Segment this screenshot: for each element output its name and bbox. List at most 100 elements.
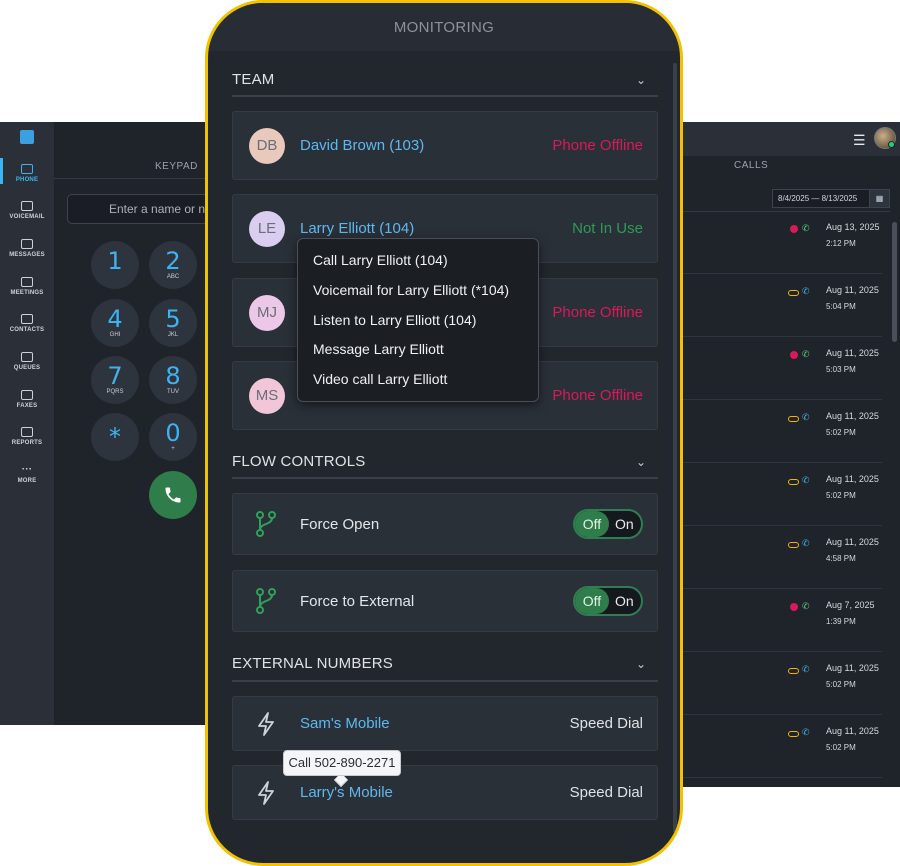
calls-scrollbar[interactable] (892, 222, 897, 342)
team-member-context-menu: Call Larry Elliott (104) Voicemail for L… (297, 238, 539, 402)
status-badge: Not In Use (572, 220, 643, 237)
sidebar-item-queues[interactable]: QUEUES (0, 352, 54, 371)
menu-item-video-call[interactable]: Video call Larry Elliott (313, 371, 447, 387)
team-collapse-chevron-icon[interactable]: ⌄ (636, 73, 646, 87)
voicemail-icon (788, 731, 799, 737)
menu-icon[interactable]: ☰ (853, 132, 866, 149)
date-range-picker[interactable]: 8/4/2025 — 8/13/2025 ▦ (772, 189, 890, 208)
lightning-bolt-icon (258, 781, 274, 805)
flow-controls-collapse-chevron-icon[interactable]: ⌄ (636, 455, 646, 469)
key-star[interactable]: * (91, 413, 139, 461)
phone-icon: ✆ (802, 349, 810, 359)
monitoring-title: MONITORING (393, 19, 495, 36)
team-member-david-brown[interactable]: DB David Brown (103) Phone Offline (232, 111, 658, 180)
call-history-row[interactable]: ✆ Aug 11, 2025 5:02 PM (676, 653, 882, 715)
avatar: MS (249, 378, 285, 414)
status-badge: Phone Offline (552, 137, 643, 154)
call-history-row[interactable]: ✆ Aug 11, 2025 5:02 PM (676, 401, 882, 463)
call-date: Aug 11, 2025 (826, 411, 879, 421)
monitoring-scrollbar[interactable] (673, 63, 677, 833)
external-number-name[interactable]: Sam's Mobile (300, 715, 390, 732)
call-history-row[interactable]: ✆ Aug 11, 2025 5:02 PM (676, 716, 882, 778)
key-0[interactable]: 0 + (149, 413, 197, 461)
avatar: LE (249, 211, 285, 247)
key-1[interactable]: 1 (91, 241, 139, 289)
external-number-name[interactable]: Larry's Mobile (300, 784, 393, 801)
call-history-row[interactable]: ✆ Aug 11, 2025 5:03 PM (676, 338, 882, 400)
call-time: 4:58 PM (826, 554, 856, 563)
status-badge: Phone Offline (552, 387, 643, 404)
presence-indicator (888, 141, 895, 148)
call-date: Aug 11, 2025 (826, 348, 879, 358)
sidebar-item-voicemail[interactable]: VOICEMAIL (0, 201, 54, 220)
sidebar-item-faxes[interactable]: FAXES (0, 390, 54, 409)
call-time: 5:02 PM (826, 491, 856, 500)
key-2[interactable]: 2 ABC (149, 241, 197, 289)
key-5[interactable]: 5 JKL (149, 299, 197, 347)
external-numbers-collapse-chevron-icon[interactable]: ⌄ (636, 657, 646, 671)
app-logo (20, 130, 34, 144)
menu-item-call[interactable]: Call Larry Elliott (104) (313, 252, 448, 268)
sidebar-item-more[interactable]: ··· MORE (0, 464, 54, 485)
calendar-icon[interactable]: ▦ (869, 190, 889, 207)
call-number-tooltip: Call 502-890-2271 (283, 750, 401, 776)
call-date: Aug 7, 2025 (826, 600, 875, 610)
meetings-icon (21, 277, 33, 287)
dial-call-button[interactable] (149, 471, 197, 519)
sidebar-item-messages[interactable]: MESSAGES (0, 239, 54, 258)
force-open-toggle[interactable]: Off On (573, 509, 643, 539)
queues-icon (21, 352, 33, 362)
key-7[interactable]: 7 PQRS (91, 356, 139, 404)
menu-item-listen[interactable]: Listen to Larry Elliott (104) (313, 312, 476, 328)
sidebar-item-contacts[interactable]: CONTACTS (0, 314, 54, 333)
more-icon: ··· (21, 464, 33, 475)
menu-item-message[interactable]: Message Larry Elliott (313, 341, 444, 357)
monitoring-phone-frame: MONITORING TEAM ⌄ DB David Brown (103) P… (205, 0, 683, 866)
faxes-icon (21, 390, 33, 400)
phone-icon: ✆ (802, 475, 810, 485)
phone-icon: ✆ (802, 664, 810, 674)
call-date: Aug 11, 2025 (826, 285, 879, 295)
menu-item-voicemail[interactable]: Voicemail for Larry Elliott (*104) (313, 282, 509, 298)
sidebar-item-reports[interactable]: REPORTS (0, 427, 54, 446)
sidebar-item-phone[interactable]: PHONE (0, 158, 54, 184)
dial-search-input[interactable]: Enter a name or nu (67, 194, 217, 224)
call-time: 5:04 PM (826, 302, 856, 311)
voicemail-icon (788, 668, 799, 674)
call-date: Aug 11, 2025 (826, 537, 879, 547)
key-4[interactable]: 4 GHI (91, 299, 139, 347)
team-member-name[interactable]: David Brown (103) (300, 137, 424, 154)
team-member-name[interactable]: Larry Elliott (104) (300, 220, 414, 237)
keypad-divider (54, 178, 214, 179)
external-number-sams-mobile[interactable]: Sam's Mobile Speed Dial (232, 696, 658, 751)
team-divider (232, 95, 658, 97)
keypad-title: KEYPAD (155, 161, 198, 172)
branch-icon (256, 511, 276, 537)
missed-call-icon (790, 225, 798, 233)
avatar: DB (249, 128, 285, 164)
phone-icon (21, 164, 33, 174)
contacts-icon (21, 314, 33, 324)
missed-call-icon (790, 351, 798, 359)
lightning-bolt-icon (258, 712, 274, 736)
external-numbers-divider (232, 680, 658, 682)
speed-dial-label: Speed Dial (569, 784, 643, 801)
voicemail-icon (788, 416, 799, 422)
call-history-row[interactable]: ✆ Aug 11, 2025 5:02 PM (676, 464, 882, 526)
reports-icon (21, 427, 33, 437)
call-history-row[interactable]: ✆ Aug 11, 2025 4:58 PM (676, 527, 882, 589)
key-8[interactable]: 8 TUV (149, 356, 197, 404)
call-history-row[interactable]: ✆ Aug 11, 2025 5:04 PM (676, 275, 882, 337)
voicemail-icon (21, 201, 33, 211)
call-time: 5:02 PM (826, 743, 856, 752)
call-history-row[interactable]: ✆ Aug 7, 2025 1:39 PM (676, 590, 882, 652)
sidebar-nav: PHONE VOICEMAIL MESSAGES MEETINGS CONTAC… (0, 122, 54, 725)
call-history-row[interactable]: ✆ Aug 13, 2025 2:12 PM (676, 212, 882, 274)
calls-topbar (676, 122, 900, 156)
sidebar-item-meetings[interactable]: MEETINGS (0, 277, 54, 296)
phone-handset-icon (165, 487, 181, 503)
flow-control-force-to-external: Force to External Off On (232, 570, 658, 632)
flow-control-force-open: Force Open Off On (232, 493, 658, 555)
external-numbers-section-title: EXTERNAL NUMBERS (232, 655, 394, 672)
force-to-external-toggle[interactable]: Off On (573, 586, 643, 616)
